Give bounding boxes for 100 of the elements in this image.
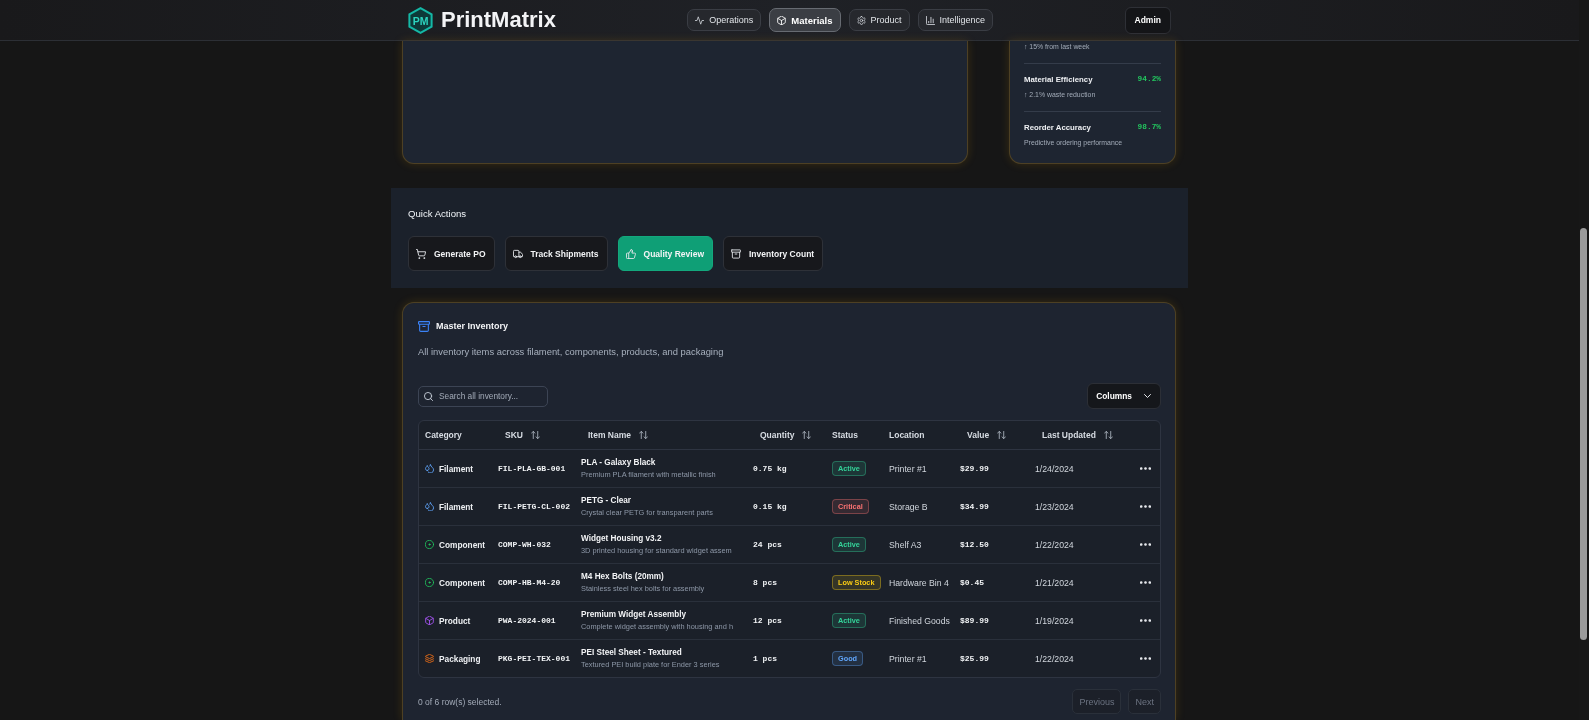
row-actions-button[interactable] [1137, 540, 1153, 549]
sku-code: PKG-PEI-TEX-001 [498, 654, 570, 663]
sku-code: COMP-WH-032 [498, 540, 551, 549]
location-text: Printer #1 [889, 463, 927, 474]
chevron-down-icon [1144, 394, 1151, 398]
selection-summary: 0 of 6 row(s) selected. [418, 696, 502, 707]
column-header: Location [889, 430, 925, 440]
row-actions-button[interactable] [1137, 654, 1153, 663]
price-value: $12.50 [960, 540, 989, 549]
more-icon [1139, 619, 1151, 622]
nav-tab[interactable]: Operations [687, 9, 762, 31]
more-icon [1139, 581, 1151, 584]
circle-dot-icon [425, 578, 434, 587]
location-text: Shelf A3 [889, 539, 922, 550]
sku-code: FIL-PETG-CL-002 [498, 502, 570, 511]
cart-icon [416, 248, 426, 259]
nav-tab[interactable]: Intelligence [917, 9, 994, 31]
category-label: Filament [439, 501, 474, 512]
price-value: $89.99 [960, 616, 989, 625]
thumbs-up-icon [625, 248, 636, 259]
quantity-value: 8 pcs [753, 578, 777, 587]
quantity-value: 0.15 kg [753, 502, 787, 511]
date-text: 1/23/2024 [1035, 501, 1074, 512]
price-value: $29.99 [960, 464, 989, 473]
bar-chart-icon [925, 15, 935, 25]
item-name: PLA - Galaxy Black [581, 458, 656, 467]
gear-icon [856, 15, 866, 25]
sku-code: COMP-HB-M4-20 [498, 578, 561, 587]
archive-icon [418, 320, 430, 332]
search-icon [424, 391, 433, 401]
column-header: Status [832, 430, 858, 440]
quantity-value: 12 pcs [753, 616, 782, 625]
card-title: Master Inventory [436, 321, 509, 331]
location-text: Storage B [889, 501, 928, 512]
sort-arrows-icon [997, 431, 1007, 439]
row-actions-button[interactable] [1137, 502, 1153, 511]
column-sort-button[interactable]: Item Name [581, 424, 648, 446]
sku-code: PWA-2024-001 [498, 616, 556, 625]
column-sort-button[interactable]: SKU [498, 424, 540, 446]
columns-dropdown-button[interactable]: Columns [1087, 383, 1161, 409]
item-name: PEI Steel Sheet - Textured [581, 648, 682, 657]
logo-mark: PM [407, 6, 434, 34]
droplets-icon [425, 502, 434, 511]
column-sort-button[interactable]: Last Updated [1035, 424, 1113, 446]
more-icon [1139, 505, 1151, 508]
quick-action-button[interactable]: Generate PO [408, 236, 495, 271]
layers-icon [425, 654, 434, 663]
quick-action-button[interactable]: Track Shipments [504, 236, 608, 271]
pulse-icon [695, 15, 705, 25]
column-sort-button[interactable]: Quantity [753, 424, 812, 446]
sort-arrows-icon [530, 431, 540, 439]
item-name: PETG - Clear [581, 496, 632, 505]
category-label: Packaging [439, 653, 481, 664]
quantity-value: 24 pcs [753, 540, 782, 549]
item-name: Premium Widget Assembly [581, 610, 687, 619]
price-value: $0.45 [960, 578, 984, 587]
more-icon [1139, 543, 1151, 546]
row-actions-button[interactable] [1137, 578, 1153, 587]
location-text: Finished Goods [889, 615, 950, 626]
location-text: Printer #1 [889, 653, 927, 664]
location-text: Hardware Bin 4 [889, 577, 949, 588]
date-text: 1/22/2024 [1035, 653, 1074, 664]
item-name: M4 Hex Bolts (20mm) [581, 572, 664, 581]
search-field[interactable]: Search all inventory... [418, 385, 548, 407]
scrollbar-thumb[interactable] [1580, 228, 1587, 640]
row-actions-button[interactable] [1137, 464, 1153, 473]
droplets-icon [425, 464, 434, 473]
row-actions-button[interactable] [1137, 616, 1153, 625]
card-subtitle: All inventory items across filament, components, products, and packaging [418, 346, 724, 357]
quantity-value: 0.75 kg [753, 464, 787, 473]
date-text: 1/24/2024 [1035, 463, 1074, 474]
category-label: Filament [439, 463, 474, 474]
date-text: 1/21/2024 [1035, 577, 1074, 588]
date-text: 1/19/2024 [1035, 615, 1074, 626]
archive-icon [731, 248, 741, 259]
quick-actions-title: Quick Actions [408, 208, 467, 220]
date-text: 1/22/2024 [1035, 539, 1074, 550]
cube-icon [425, 616, 434, 625]
column-header: Category [425, 430, 462, 440]
circle-dot-icon [425, 540, 434, 549]
sku-code: FIL-PLA-GB-001 [498, 464, 566, 473]
brand-name: PrintMatrix [441, 7, 556, 33]
user-menu-button[interactable]: Admin [1124, 6, 1171, 34]
more-icon [1139, 657, 1151, 660]
sort-arrows-icon [802, 431, 812, 439]
price-value: $25.99 [960, 654, 989, 663]
sort-arrows-icon [639, 431, 648, 439]
more-icon [1139, 467, 1151, 470]
quick-action-button[interactable]: Inventory Count [723, 236, 824, 271]
box-icon [777, 15, 787, 25]
category-label: Product [439, 615, 471, 626]
sort-arrows-icon [1103, 431, 1113, 439]
nav-tab[interactable]: Product [848, 9, 910, 31]
quantity-value: 1 pcs [753, 654, 777, 663]
nav-tab[interactable]: Materials [769, 8, 841, 32]
column-sort-button[interactable]: Value [960, 424, 1007, 446]
price-value: $34.99 [960, 502, 989, 511]
category-label: Component [439, 577, 486, 588]
category-label: Component [439, 539, 486, 550]
item-name: Widget Housing v3.2 [581, 534, 662, 543]
